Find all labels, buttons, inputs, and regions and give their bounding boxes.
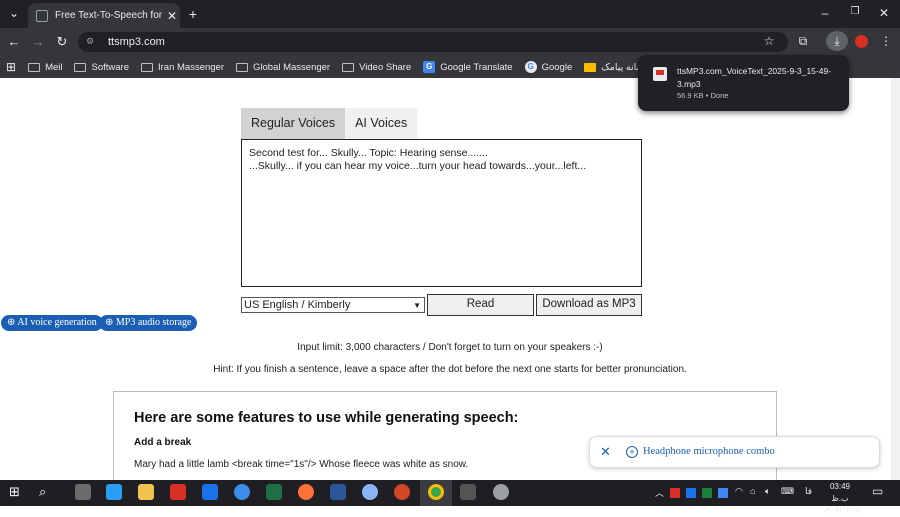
download-filename[interactable]: ttsMP3.com_VoiceText_2025-9-3_15-49-3.mp… <box>677 65 837 91</box>
tab-regular-voices[interactable]: Regular Voices <box>241 108 346 139</box>
download-meta: 56.9 KB • Done <box>677 91 729 100</box>
mp3-file-icon <box>653 67 667 81</box>
firefox-icon[interactable] <box>298 484 314 500</box>
folder-icon <box>74 62 87 72</box>
folder-icon <box>140 62 153 72</box>
search-icon[interactable]: ⌕ <box>39 484 55 500</box>
menu-icon[interactable]: ⋮ <box>880 34 892 48</box>
translate-icon: G <box>423 61 436 73</box>
app-icon-1[interactable] <box>75 484 91 500</box>
address-bar[interactable]: ⚙ ttsmp3.com <box>78 32 788 52</box>
powerpoint-icon[interactable] <box>394 484 410 500</box>
folder-icon <box>342 62 355 72</box>
app-icon-4[interactable] <box>202 484 218 500</box>
favicon-icon <box>36 9 48 22</box>
tray-app-icon-2[interactable] <box>686 488 696 498</box>
tab-search-icon[interactable]: ⌄ <box>6 6 22 20</box>
app-icon-6[interactable] <box>362 484 378 500</box>
tray-app-icon-4[interactable] <box>718 488 728 498</box>
clock-time: 03:49 ب.ظ <box>829 482 851 503</box>
bookmark-global-massenger[interactable]: Global Massenger <box>236 62 330 73</box>
bookmark-iran-massenger[interactable]: Iran Massenger <box>140 62 224 73</box>
tray-app-icon-3[interactable] <box>702 488 712 498</box>
chrome-icon[interactable] <box>428 484 444 500</box>
new-tab-icon[interactable]: + <box>186 6 200 22</box>
ai-voice-generation-button[interactable]: ⊕ AI voice generation <box>1 315 103 331</box>
volume-icon[interactable]: 🔈︎ <box>765 486 770 497</box>
bookmark-software[interactable]: Software <box>74 62 129 73</box>
plus-circle-icon: + <box>626 446 638 458</box>
app-icon-2[interactable] <box>106 484 122 500</box>
bookmark-meil[interactable]: Meil <box>28 62 62 73</box>
word-icon[interactable] <box>330 484 346 500</box>
input-limit-text: Input limit: 3,000 characters / Don't fo… <box>297 342 603 353</box>
tray-app-icon-1[interactable] <box>670 488 680 498</box>
back-icon[interactable]: ← <box>7 34 21 49</box>
minimize-icon[interactable]: – <box>818 6 832 20</box>
tab-ai-voices[interactable]: AI Voices <box>345 108 418 139</box>
features-title: Here are some features to use while gene… <box>134 410 519 426</box>
language-indicator[interactable]: فا <box>805 486 812 497</box>
download-popup[interactable]: ttsMP3.com_VoiceText_2025-9-3_15-49-3.mp… <box>638 55 849 111</box>
hint-text: Hint: If you finish a sentence, leave a … <box>213 364 687 375</box>
close-icon[interactable]: ✕ <box>600 444 611 460</box>
folder-icon <box>236 62 248 72</box>
restore-icon[interactable]: ❐ <box>848 6 862 17</box>
toast-text[interactable]: Headphone microphone combo <box>643 446 775 457</box>
downloads-icon[interactable]: ⤓ <box>826 31 848 51</box>
page-scrollbar[interactable] <box>891 78 900 480</box>
features-subheading: Add a break <box>134 437 192 448</box>
wifi-icon[interactable]: ◠ <box>735 486 743 497</box>
forward-icon[interactable]: → <box>31 34 45 49</box>
file-explorer-icon[interactable] <box>138 484 154 500</box>
mp3-audio-storage-button[interactable]: ⊕ MP3 audio storage <box>99 315 198 331</box>
keyboard-icon[interactable]: ⌨ <box>781 486 794 497</box>
close-tab-icon[interactable]: ✕ <box>164 9 180 23</box>
close-window-icon[interactable]: ✕ <box>877 6 891 20</box>
windows-start-icon[interactable]: ⊞ <box>9 484 25 500</box>
extensions-icon[interactable]: ⧉ <box>796 34 810 49</box>
download-mp3-button[interactable]: Download as MP3 <box>536 294 642 316</box>
tab-title: Free Text-To-Speech for 28+ la <box>55 10 164 21</box>
site-info-icon[interactable]: ⚙ <box>86 36 100 48</box>
text-input[interactable]: Second test for... Skully... Topic: Hear… <box>241 139 642 287</box>
calculator-icon[interactable] <box>460 484 476 500</box>
bookmark-google-translate[interactable]: G Google Translate <box>423 61 513 73</box>
features-example: Mary had a little lamb <break time="1s"/… <box>134 459 469 470</box>
clock-date: ۱۴۰۴/۰۶/۱۲ <box>822 506 861 515</box>
excel-icon[interactable] <box>266 484 282 500</box>
bookmark-google[interactable]: G Google <box>524 61 572 73</box>
url-text: ttsmp3.com <box>108 36 165 48</box>
tray-chevron-icon[interactable]: ︿ <box>655 486 664 499</box>
clock[interactable]: 03:49 ب.ظ ۱۴۰۴/۰۶/۱۲ <box>822 481 861 517</box>
bookmark-star-icon[interactable]: ☆ <box>762 34 776 48</box>
profile-avatar[interactable] <box>855 35 868 48</box>
read-button[interactable]: Read <box>427 294 534 316</box>
apps-icon[interactable]: ⊞ <box>6 60 16 74</box>
voice-select-value: US English / Kimberly <box>244 299 351 311</box>
notification-icon[interactable]: ▭ <box>872 484 883 498</box>
voice-select[interactable]: US English / Kimberly ▼ <box>241 297 425 313</box>
folder-icon <box>28 62 41 72</box>
suggestion-toast[interactable]: ✕ + Headphone microphone combo <box>589 436 880 468</box>
browser-tab[interactable]: Free Text-To-Speech for 28+ la ✕ <box>28 3 180 28</box>
app-icon-3[interactable] <box>170 484 186 500</box>
reload-icon[interactable]: ↻ <box>55 34 69 50</box>
mail-icon <box>584 62 597 72</box>
voice-tabs: Regular Voices AI Voices <box>241 108 418 139</box>
google-icon: G <box>524 61 537 73</box>
bookmark-video-share[interactable]: Video Share <box>342 62 411 73</box>
chevron-down-icon: ▼ <box>413 301 421 310</box>
app-icon-7[interactable] <box>493 484 509 500</box>
network-icon[interactable]: ⌂ <box>750 486 755 496</box>
app-icon-5[interactable] <box>234 484 250 500</box>
